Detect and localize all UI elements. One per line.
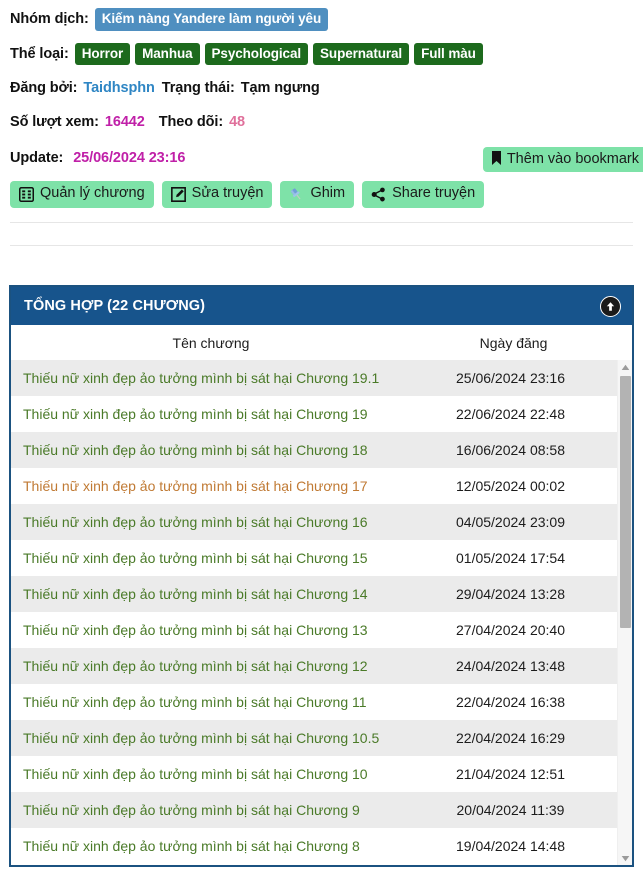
chapter-date: 21/04/2024 12:51 bbox=[456, 766, 565, 782]
chapter-name-link[interactable]: Thiếu nữ xinh đẹp ảo tưởng mình bị sát h… bbox=[11, 694, 411, 710]
bookmark-icon bbox=[491, 151, 502, 167]
chapter-row[interactable]: Thiếu nữ xinh đẹp ảo tưởng mình bị sát h… bbox=[11, 504, 632, 540]
chapter-date: 25/06/2024 23:16 bbox=[456, 370, 565, 386]
chapter-row[interactable]: Thiếu nữ xinh đẹp ảo tưởng mình bị sát h… bbox=[11, 792, 632, 828]
chapter-row[interactable]: Thiếu nữ xinh đẹp ảo tưởng mình bị sát h… bbox=[11, 756, 632, 792]
share-comic-label: Share truyện bbox=[392, 185, 476, 202]
chapter-date: 22/04/2024 16:38 bbox=[456, 694, 565, 710]
chapter-name-link[interactable]: Thiếu nữ xinh đẹp ảo tưởng mình bị sát h… bbox=[11, 478, 411, 494]
edit-comic-button[interactable]: Sửa truyện bbox=[161, 181, 273, 208]
column-header-chapter-name: Tên chương bbox=[172, 334, 250, 351]
chapter-name-link[interactable]: Thiếu nữ xinh đẹp ảo tưởng mình bị sát h… bbox=[11, 802, 411, 818]
scrollbar-thumb[interactable] bbox=[620, 376, 631, 628]
update-value: 25/06/2024 23:16 bbox=[73, 150, 186, 167]
divider-top bbox=[10, 221, 633, 223]
genre-tag-psychological[interactable]: Psychological bbox=[204, 42, 309, 66]
chapter-date: 19/04/2024 14:48 bbox=[456, 838, 565, 854]
chapter-row[interactable]: Thiếu nữ xinh đẹp ảo tưởng mình bị sát h… bbox=[11, 468, 632, 504]
chapter-date: 29/04/2024 13:28 bbox=[456, 586, 565, 602]
action-button-bar: Quản lý chương Sửa truyện Ghim Share tru… bbox=[0, 181, 643, 208]
chapter-date: 22/06/2024 22:48 bbox=[456, 406, 565, 422]
poster-username-link[interactable]: Taidhsphn bbox=[83, 80, 154, 96]
chapter-name-link[interactable]: Thiếu nữ xinh đẹp ảo tưởng mình bị sát h… bbox=[11, 586, 411, 602]
divider-bottom bbox=[10, 244, 633, 246]
views-label: Số lượt xem: bbox=[10, 114, 99, 131]
scrollbar-up-arrow-icon[interactable] bbox=[618, 360, 632, 374]
scrollbar-down-arrow-icon[interactable] bbox=[618, 851, 632, 865]
chapter-row[interactable]: Thiếu nữ xinh đẹp ảo tưởng mình bị sát h… bbox=[11, 360, 632, 396]
chapter-row[interactable]: Thiếu nữ xinh đẹp ảo tưởng mình bị sát h… bbox=[11, 540, 632, 576]
translation-group-tag[interactable]: Kiếm nàng Yandere làm người yêu bbox=[94, 8, 329, 31]
views-value: 16442 bbox=[104, 114, 145, 131]
pin-comic-button[interactable]: Ghim bbox=[280, 181, 355, 208]
chapter-date: 04/05/2024 23:09 bbox=[456, 514, 565, 530]
stats-row: Số lượt xem: 16442 Theo dõi: 48 bbox=[10, 111, 633, 133]
comic-detail-page: Nhóm dịch: Kiếm nàng Yandere làm người y… bbox=[0, 0, 643, 887]
poster-label: Đăng bởi: bbox=[10, 80, 78, 97]
update-label: Update: bbox=[10, 150, 64, 167]
chapter-row[interactable]: Thiếu nữ xinh đẹp ảo tưởng mình bị sát h… bbox=[11, 684, 632, 720]
chapter-row[interactable]: Thiếu nữ xinh đẹp ảo tưởng mình bị sát h… bbox=[11, 720, 632, 756]
add-bookmark-button[interactable]: Thêm vào bookmark bbox=[482, 147, 643, 172]
chapter-row[interactable]: Thiếu nữ xinh đẹp ảo tưởng mình bị sát h… bbox=[11, 432, 632, 468]
arrow-up-circle-icon[interactable] bbox=[600, 295, 621, 317]
translation-group-label: Nhóm dịch: bbox=[10, 11, 89, 28]
share-comic-button[interactable]: Share truyện bbox=[362, 181, 485, 208]
poster-status-row: Đăng bởi: Taidhsphn Trạng thái: Tạm ngưn… bbox=[10, 77, 633, 99]
manage-chapters-button[interactable]: Quản lý chương bbox=[10, 181, 154, 208]
chapter-name-link[interactable]: Thiếu nữ xinh đẹp ảo tưởng mình bị sát h… bbox=[11, 442, 411, 458]
chapter-name-link[interactable]: Thiếu nữ xinh đẹp ảo tưởng mình bị sát h… bbox=[11, 550, 411, 566]
chapter-row[interactable]: Thiếu nữ xinh đẹp ảo tưởng mình bị sát h… bbox=[11, 612, 632, 648]
genre-tag-full-mau[interactable]: Full màu bbox=[414, 42, 483, 66]
chapter-name-link[interactable]: Thiếu nữ xinh đẹp ảo tưởng mình bị sát h… bbox=[11, 406, 411, 422]
chapter-name-link[interactable]: Thiếu nữ xinh đẹp ảo tưởng mình bị sát h… bbox=[11, 838, 411, 854]
comic-info-block: Nhóm dịch: Kiếm nàng Yandere làm người y… bbox=[0, 0, 643, 171]
edit-comic-label: Sửa truyện bbox=[191, 185, 264, 202]
pushpin-icon bbox=[289, 187, 304, 202]
table-grid-icon bbox=[19, 186, 34, 202]
chapter-panel-title: TỔNG HỢP (22 CHƯƠNG) bbox=[24, 298, 206, 314]
chapter-date: 20/04/2024 11:39 bbox=[456, 802, 565, 818]
share-nodes-icon bbox=[371, 187, 386, 202]
chapter-name-link[interactable]: Thiếu nữ xinh đẹp ảo tưởng mình bị sát h… bbox=[11, 658, 411, 674]
update-group: Update: 25/06/2024 23:16 bbox=[10, 150, 185, 166]
chapter-row[interactable]: Thiếu nữ xinh đẹp ảo tưởng mình bị sát h… bbox=[11, 576, 632, 612]
chapter-list-panel: TỔNG HỢP (22 CHƯƠNG) Tên chương Ngày đăn… bbox=[9, 285, 634, 867]
chapter-row[interactable]: Thiếu nữ xinh đẹp ảo tưởng mình bị sát h… bbox=[11, 648, 632, 684]
chapter-name-link[interactable]: Thiếu nữ xinh đẹp ảo tưởng mình bị sát h… bbox=[11, 370, 411, 386]
genre-label: Thể loại: bbox=[10, 45, 69, 62]
chapter-panel-header: TỔNG HỢP (22 CHƯƠNG) bbox=[11, 287, 632, 325]
chapter-date: 12/05/2024 00:02 bbox=[456, 478, 565, 494]
chapter-date: 27/04/2024 20:40 bbox=[456, 622, 565, 638]
translation-group-row: Nhóm dịch: Kiếm nàng Yandere làm người y… bbox=[10, 8, 633, 31]
chapter-name-link[interactable]: Thiếu nữ xinh đẹp ảo tưởng mình bị sát h… bbox=[11, 730, 411, 746]
follows-value: 48 bbox=[229, 114, 246, 131]
status-label: Trạng thái: bbox=[161, 80, 235, 97]
follows-label: Theo dõi: bbox=[158, 114, 224, 131]
chapter-date: 01/05/2024 17:54 bbox=[456, 550, 565, 566]
chapter-list-scrollbar[interactable] bbox=[617, 360, 632, 865]
genre-row: Thể loại: Horror Manhua Psychological Su… bbox=[10, 42, 633, 66]
chapter-row[interactable]: Thiếu nữ xinh đẹp ảo tưởng mình bị sát h… bbox=[11, 396, 632, 432]
genre-tag-supernatural[interactable]: Supernatural bbox=[313, 42, 410, 66]
chapter-date: 16/06/2024 08:58 bbox=[456, 442, 565, 458]
chapter-row[interactable]: Thiếu nữ xinh đẹp ảo tưởng mình bị sát h… bbox=[11, 828, 632, 864]
chapter-date: 22/04/2024 16:29 bbox=[456, 730, 565, 746]
manage-chapters-label: Quản lý chương bbox=[40, 185, 145, 202]
pencil-square-icon bbox=[170, 186, 186, 202]
chapter-name-link[interactable]: Thiếu nữ xinh đẹp ảo tưởng mình bị sát h… bbox=[11, 514, 411, 530]
genre-tag-manhua[interactable]: Manhua bbox=[135, 42, 200, 66]
column-header-date: Ngày đăng bbox=[479, 334, 548, 351]
chapter-date: 24/04/2024 13:48 bbox=[456, 658, 565, 674]
pin-comic-label: Ghim bbox=[310, 185, 346, 202]
chapter-table-column-headers: Tên chương Ngày đăng bbox=[11, 325, 632, 360]
add-bookmark-label: Thêm vào bookmark bbox=[506, 151, 639, 167]
chapter-rows: Thiếu nữ xinh đẹp ảo tưởng mình bị sát h… bbox=[11, 360, 632, 864]
chapter-name-link[interactable]: Thiếu nữ xinh đẹp ảo tưởng mình bị sát h… bbox=[11, 622, 411, 638]
status-value: Tạm ngưng bbox=[240, 80, 320, 97]
chapter-rows-viewport: Thiếu nữ xinh đẹp ảo tưởng mình bị sát h… bbox=[11, 360, 632, 865]
chapter-name-link[interactable]: Thiếu nữ xinh đẹp ảo tưởng mình bị sát h… bbox=[11, 766, 411, 782]
genre-tag-horror[interactable]: Horror bbox=[74, 42, 131, 66]
